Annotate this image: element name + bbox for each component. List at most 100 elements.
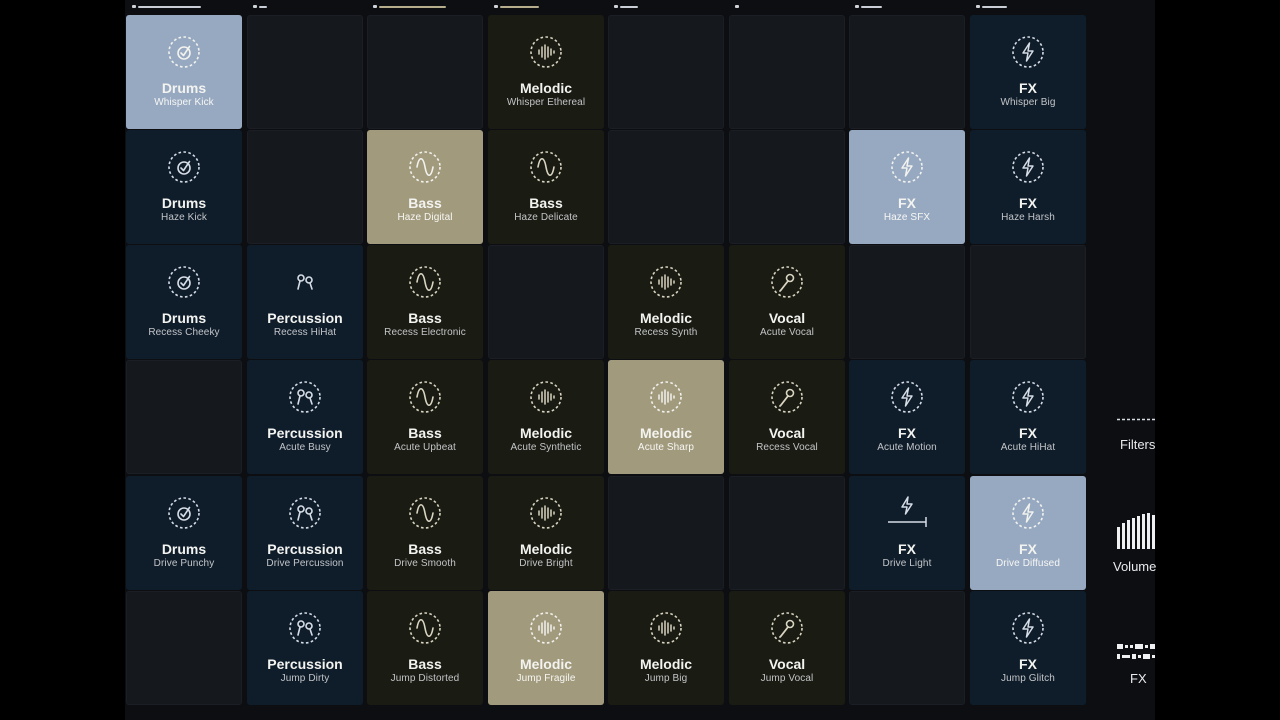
pad-category-label: FX xyxy=(898,425,916,441)
percussion-icon xyxy=(288,265,322,299)
pad-category-label: FX xyxy=(1019,80,1037,96)
pad-loop-name: Drive Light xyxy=(882,558,932,569)
pad-loop-name: Acute Synthetic xyxy=(510,442,582,453)
drums-icon xyxy=(167,35,201,69)
pad-loop-name: Jump Fragile xyxy=(516,673,576,684)
loop-pad-drive-punchy[interactable]: Drums Drive Punchy xyxy=(126,476,242,590)
empty-slot xyxy=(970,245,1086,359)
pad-category-label: Melodic xyxy=(639,656,693,672)
pad-loop-name: Drive Percussion xyxy=(266,558,344,569)
loop-pad-acute-synthetic[interactable]: Melodic Acute Synthetic xyxy=(488,360,604,474)
fx-icon xyxy=(1011,35,1045,69)
loop-pad-acute-busy[interactable]: Percussion Acute Busy xyxy=(247,360,363,474)
empty-slot xyxy=(488,245,604,359)
drums-icon xyxy=(167,150,201,184)
loop-pad-whisper-ethereal[interactable]: Melodic Whisper Ethereal xyxy=(488,15,604,129)
pad-loop-name: Drive Bright xyxy=(519,558,573,569)
loop-pad-drive-bright[interactable]: Melodic Drive Bright xyxy=(488,476,604,590)
filters-icon[interactable] xyxy=(1117,408,1155,421)
loop-pad-recess-electronic[interactable]: Bass Recess Electronic xyxy=(367,245,483,359)
pad-category-label: Bass xyxy=(408,656,442,672)
pad-loop-name: Jump Dirty xyxy=(280,673,330,684)
bass-icon xyxy=(529,150,563,184)
column-6-progress-indicator xyxy=(735,5,811,8)
loop-pad-haze-digital[interactable]: Bass Haze Digital xyxy=(367,130,483,244)
empty-slot xyxy=(849,15,965,129)
filters-label[interactable]: Filters xyxy=(1120,437,1155,452)
empty-slot xyxy=(849,245,965,359)
fx-icon xyxy=(1011,496,1045,530)
loop-pad-jump-big[interactable]: Melodic Jump Big xyxy=(608,591,724,705)
empty-slot xyxy=(729,130,845,244)
loop-pad-jump-dirty[interactable]: Percussion Jump Dirty xyxy=(247,591,363,705)
loop-pad-acute-motion[interactable]: FX Acute Motion xyxy=(849,360,965,474)
loop-pad-jump-glitch[interactable]: FX Jump Glitch xyxy=(970,591,1086,705)
loop-pad-jump-vocal[interactable]: Vocal Jump Vocal xyxy=(729,591,845,705)
column-5-progress-indicator xyxy=(614,5,690,8)
pad-category-label: Melodic xyxy=(519,80,573,96)
loop-pad-haze-delicate[interactable]: Bass Haze Delicate xyxy=(488,130,604,244)
melodic-icon xyxy=(529,496,563,530)
bass-icon xyxy=(408,265,442,299)
loop-pad-drive-diffused[interactable]: FX Drive Diffused xyxy=(970,476,1086,590)
loop-pad-whisper-kick[interactable]: Drums Whisper Kick xyxy=(126,15,242,129)
volume-icon[interactable] xyxy=(1117,513,1155,549)
pad-loop-name: Acute Vocal xyxy=(760,327,814,338)
fx-icon xyxy=(1011,150,1045,184)
volume-label[interactable]: Volume xyxy=(1113,559,1156,574)
pad-category-label: Percussion xyxy=(267,425,343,441)
loop-pad-acute-sharp[interactable]: Melodic Acute Sharp xyxy=(608,360,724,474)
loop-pad-recess-synth[interactable]: Melodic Recess Synth xyxy=(608,245,724,359)
empty-slot xyxy=(247,15,363,129)
melodic-icon xyxy=(649,611,683,645)
pad-category-label: Vocal xyxy=(768,656,806,672)
pad-category-label: Bass xyxy=(408,195,442,211)
pad-loop-name: Jump Glitch xyxy=(1001,673,1055,684)
loop-pad-acute-hihat[interactable]: FX Acute HiHat xyxy=(970,360,1086,474)
melodic-icon xyxy=(529,35,563,69)
fx-panel-icon[interactable] xyxy=(1117,642,1155,662)
column-7-progress-indicator xyxy=(855,5,931,8)
loop-pad-acute-vocal[interactable]: Vocal Acute Vocal xyxy=(729,245,845,359)
pad-loop-name: Haze Digital xyxy=(397,212,453,223)
loop-pad-drive-smooth[interactable]: Bass Drive Smooth xyxy=(367,476,483,590)
loop-pad-drive-light[interactable]: FX Drive Light xyxy=(849,476,965,590)
pad-category-label: Bass xyxy=(408,541,442,557)
pad-loop-name: Recess Electronic xyxy=(384,327,466,338)
pad-category-label: Percussion xyxy=(267,541,343,557)
drums-icon xyxy=(167,496,201,530)
bass-icon xyxy=(408,611,442,645)
loop-pad-haze-harsh[interactable]: FX Haze Harsh xyxy=(970,130,1086,244)
pad-category-label: Vocal xyxy=(768,310,806,326)
pad-loop-name: Acute Busy xyxy=(279,442,331,453)
empty-slot xyxy=(367,15,483,129)
loop-pad-drive-percussion[interactable]: Percussion Drive Percussion xyxy=(247,476,363,590)
column-4-progress-indicator xyxy=(494,5,570,8)
pad-category-label: FX xyxy=(1019,425,1037,441)
empty-slot xyxy=(608,476,724,590)
pad-category-label: FX xyxy=(898,195,916,211)
loop-pad-recess-hihat[interactable]: Percussion Recess HiHat xyxy=(247,245,363,359)
loop-pad-recess-cheeky[interactable]: Drums Recess Cheeky xyxy=(126,245,242,359)
pad-loop-name: Haze SFX xyxy=(883,212,931,223)
fx-icon xyxy=(1011,380,1045,414)
loop-pad-recess-vocal[interactable]: Vocal Recess Vocal xyxy=(729,360,845,474)
fx-panel-label[interactable]: FX xyxy=(1130,671,1147,686)
pad-loop-name: Drive Punchy xyxy=(153,558,215,569)
pad-loop-name: Jump Vocal xyxy=(760,673,814,684)
pad-category-label: Percussion xyxy=(267,310,343,326)
loop-pad-jump-distorted[interactable]: Bass Jump Distorted xyxy=(367,591,483,705)
pad-category-label: Bass xyxy=(408,310,442,326)
loop-pad-acute-upbeat[interactable]: Bass Acute Upbeat xyxy=(367,360,483,474)
loop-pad-jump-fragile[interactable]: Melodic Jump Fragile xyxy=(488,591,604,705)
pad-category-label: Melodic xyxy=(639,310,693,326)
empty-slot xyxy=(729,476,845,590)
vocal-icon xyxy=(770,380,804,414)
loop-pad-haze-kick[interactable]: Drums Haze Kick xyxy=(126,130,242,244)
loop-pad-whisper-big[interactable]: FX Whisper Big xyxy=(970,15,1086,129)
empty-slot xyxy=(247,130,363,244)
loop-pad-haze-sfx[interactable]: FX Haze SFX xyxy=(849,130,965,244)
fx-icon xyxy=(890,150,924,184)
pad-category-label: Percussion xyxy=(267,656,343,672)
fx-stop-icon xyxy=(888,496,927,530)
